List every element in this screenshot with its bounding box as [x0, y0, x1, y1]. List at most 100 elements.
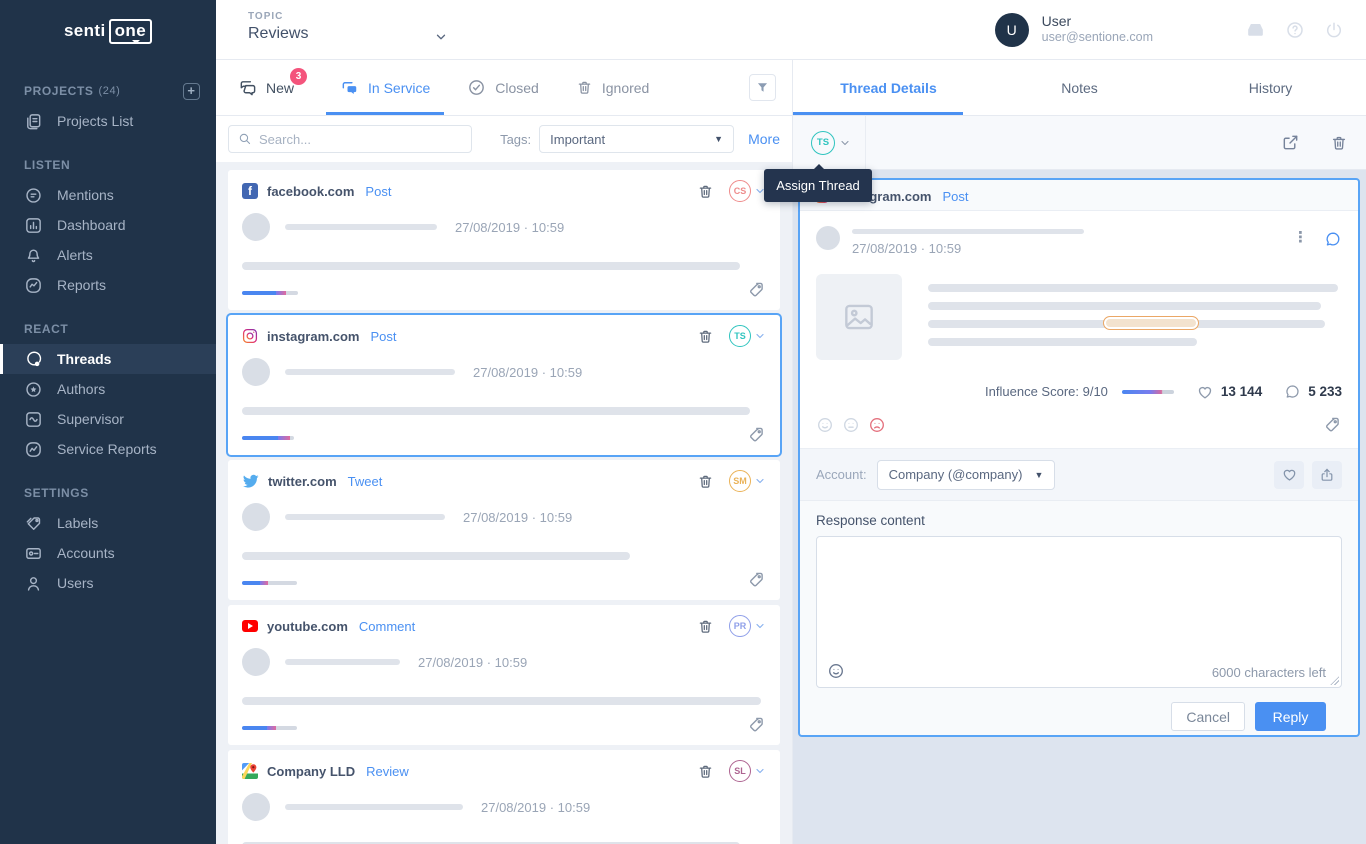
sidebar-item-alerts[interactable]: Alerts: [0, 240, 216, 270]
avatar: [242, 503, 270, 531]
tab-notes[interactable]: Notes: [984, 60, 1175, 115]
filter-button[interactable]: [749, 74, 776, 101]
trash-icon[interactable]: [697, 473, 714, 490]
thread-type-link[interactable]: Post: [365, 184, 391, 199]
tab-closed[interactable]: Closed: [467, 60, 539, 115]
logo-text-senti: senti: [64, 21, 106, 41]
thread-type-link[interactable]: Tweet: [348, 474, 383, 489]
sidebar-item-labels[interactable]: Labels: [0, 508, 216, 538]
assignee-badge[interactable]: PR: [729, 615, 751, 637]
sidebar-item-authors[interactable]: Authors: [0, 374, 216, 404]
thread-source: youtube.com: [267, 619, 348, 634]
trash-icon[interactable]: [697, 328, 714, 345]
sidebar-item-label: Labels: [57, 515, 98, 531]
negative-sentiment-icon[interactable]: [868, 416, 886, 434]
tab-thread-details[interactable]: Thread Details: [793, 60, 984, 115]
trash-icon[interactable]: [697, 618, 714, 635]
image-placeholder: [816, 274, 902, 360]
thread-card-twitter[interactable]: twitter.com Tweet SM 27/08/2019 · 10:59: [228, 460, 780, 600]
chevron-down-icon[interactable]: [839, 137, 851, 149]
assignee-badge[interactable]: SL: [729, 760, 751, 782]
sidebar-item-label: Dashboard: [57, 217, 126, 233]
tags-select[interactable]: Important ▼: [539, 125, 734, 153]
sidebar-item-projects-list[interactable]: Projects List: [0, 106, 216, 136]
account-actions: [1274, 461, 1342, 489]
power-icon[interactable]: [1324, 20, 1344, 40]
post-type-link[interactable]: Post: [942, 189, 968, 204]
card-footer: [242, 425, 766, 444]
tab-history[interactable]: History: [1175, 60, 1366, 115]
mentions-icon: [24, 186, 43, 205]
ignored-tab-icon: [576, 79, 593, 96]
assignee-badge[interactable]: CS: [729, 180, 751, 202]
topic-selector[interactable]: TOPIC Reviews: [216, 0, 476, 59]
sidebar-item-reports[interactable]: Reports: [0, 270, 216, 300]
cancel-button[interactable]: Cancel: [1171, 702, 1245, 731]
reply-bubble-icon[interactable]: [1324, 230, 1342, 248]
tab-ignored[interactable]: Ignored: [576, 60, 649, 115]
sidebar-item-users[interactable]: Users: [0, 568, 216, 598]
tag-icon[interactable]: [1323, 415, 1342, 434]
thread-type-link[interactable]: Review: [366, 764, 409, 779]
tab-label: Closed: [495, 80, 539, 96]
help-icon[interactable]: [1285, 20, 1305, 40]
sidebar-item-service-reports[interactable]: Service Reports: [0, 434, 216, 464]
share-button[interactable]: [1312, 461, 1342, 489]
sidebar-item-label: Projects List: [57, 113, 133, 129]
sentione-logo: senti one: [0, 0, 216, 62]
neutral-sentiment-icon[interactable]: [842, 416, 860, 434]
search-input[interactable]: [259, 132, 462, 147]
tag-icon[interactable]: [747, 570, 766, 589]
sidebar-item-supervisor[interactable]: Supervisor: [0, 404, 216, 434]
tag-icon[interactable]: [747, 715, 766, 734]
chevron-down-icon[interactable]: [754, 765, 766, 777]
resize-handle[interactable]: [1330, 676, 1339, 685]
content-placeholder: [242, 552, 630, 560]
image-icon: [840, 298, 878, 336]
tag-icon[interactable]: [747, 280, 766, 299]
assign-thread-control[interactable]: TS: [811, 131, 851, 155]
sidebar-item-dashboard[interactable]: Dashboard: [0, 210, 216, 240]
sidebar-item-mentions[interactable]: Mentions: [0, 180, 216, 210]
avatar: [816, 226, 840, 250]
thread-card-facebook[interactable]: f facebook.com Post CS 27/08/2019 · 10:5…: [228, 170, 780, 310]
trash-icon[interactable]: [697, 183, 714, 200]
thread-card-company[interactable]: Company LLD Review SL 27/08/2019 · 10:59: [228, 750, 780, 844]
section-settings: SETTINGS: [0, 478, 216, 508]
user-avatar[interactable]: U: [995, 13, 1029, 47]
tab-new[interactable]: New 3: [238, 60, 294, 115]
post-footer: [816, 415, 1342, 434]
thread-card-youtube[interactable]: youtube.com Comment PR 27/08/2019 · 10:5…: [228, 605, 780, 745]
thread-card-instagram[interactable]: instagram.com Post TS 27/08/2019 · 10:59: [228, 315, 780, 455]
thread-type-link[interactable]: Post: [370, 329, 396, 344]
assignee-badge[interactable]: TS: [729, 325, 751, 347]
sentiment-bar: [242, 581, 297, 585]
tab-in-service[interactable]: In Service: [340, 60, 430, 115]
search-box[interactable]: [228, 125, 472, 153]
chevron-down-icon[interactable]: [754, 620, 766, 632]
assignee-badge[interactable]: TS: [811, 131, 835, 155]
chevron-down-icon[interactable]: [434, 30, 448, 44]
like-button[interactable]: [1274, 461, 1304, 489]
assignee-badge[interactable]: SM: [729, 470, 751, 492]
chevron-down-icon[interactable]: [754, 330, 766, 342]
more-filters-link[interactable]: More: [748, 131, 780, 147]
account-select[interactable]: Company (@company) ▼: [877, 460, 1056, 490]
kebab-menu-icon[interactable]: ⋮: [1293, 230, 1308, 245]
positive-sentiment-icon[interactable]: [816, 416, 834, 434]
emoji-picker-icon[interactable]: [827, 662, 845, 680]
thread-date: 27/08/2019 · 10:59: [463, 510, 572, 525]
trash-icon[interactable]: [697, 763, 714, 780]
tag-icon[interactable]: [747, 425, 766, 444]
thread-type-link[interactable]: Comment: [359, 619, 415, 634]
add-project-button[interactable]: +: [183, 83, 200, 100]
reply-button[interactable]: Reply: [1255, 702, 1326, 731]
inbox-icon[interactable]: [1245, 19, 1266, 40]
open-external-icon[interactable]: [1281, 133, 1300, 152]
trash-icon[interactable]: [1330, 134, 1348, 152]
author-row: 27/08/2019 · 10:59: [242, 503, 766, 531]
user-info: User user@sentione.com: [1042, 13, 1153, 46]
sidebar-item-accounts[interactable]: Accounts: [0, 538, 216, 568]
chevron-down-icon[interactable]: [754, 475, 766, 487]
sidebar-item-threads[interactable]: Threads: [0, 344, 216, 374]
